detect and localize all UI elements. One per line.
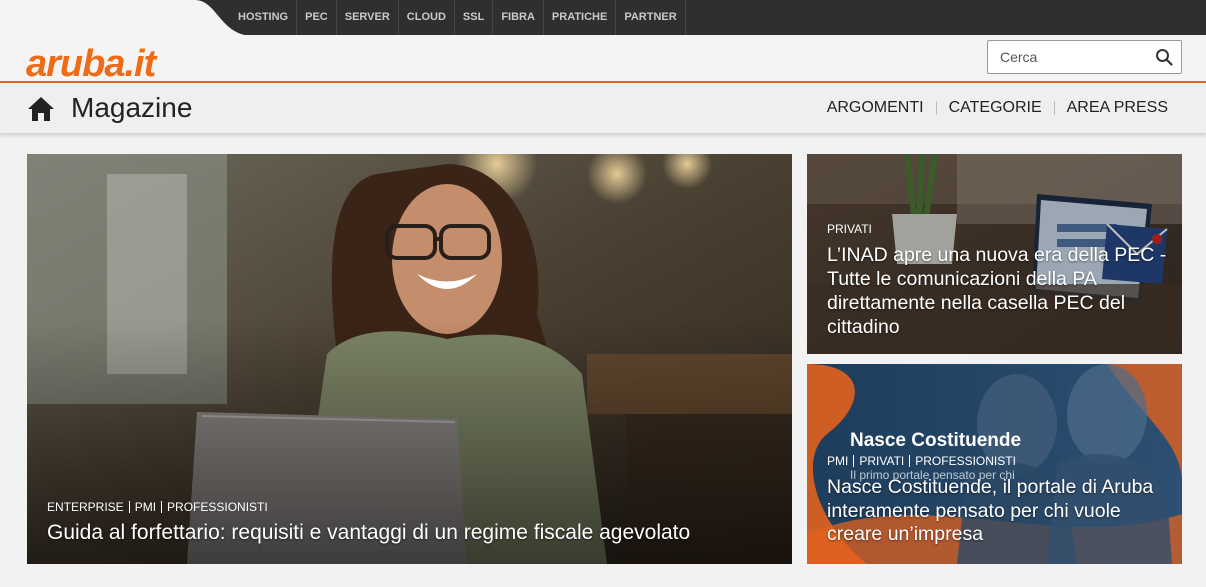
tag-separator	[853, 455, 855, 467]
topnav-hosting[interactable]: HOSTING	[230, 0, 298, 35]
article-card-inad[interactable]: PRIVATI L’INAD apre una nuova era della …	[807, 154, 1182, 354]
nav-area-press[interactable]: AREA PRESS	[1053, 100, 1180, 116]
article-tags: ENTERPRISE PMI PROFESSIONISTI	[47, 500, 268, 514]
image-brand-title: Nasce Costituende	[850, 430, 1022, 451]
tag-link[interactable]: ENTERPRISE	[47, 500, 124, 514]
article-headline[interactable]: L’INAD apre una nuova era della PEC - Tu…	[827, 243, 1172, 339]
tag-separator	[128, 501, 130, 513]
top-bar: HOSTING PEC SERVER CLOUD SSL FIBRA PRATI…	[0, 0, 1206, 35]
article-headline[interactable]: Nasce Costituende, il portale di Aruba i…	[827, 476, 1172, 547]
search-icon[interactable]	[1155, 48, 1173, 66]
home-icon[interactable]	[27, 96, 55, 122]
tag-separator	[161, 501, 163, 513]
article-card-costituende[interactable]: Nasce Costituende Il primo portale pensa…	[807, 364, 1182, 564]
article-card-featured[interactable]: ENTERPRISE PMI PROFESSIONISTI Guida al for…	[27, 154, 792, 564]
topnav-pratiche[interactable]: PRATICHE	[544, 0, 617, 35]
page-title[interactable]: Magazine	[71, 92, 192, 124]
tag-link[interactable]: PROFESSIONISTI	[167, 500, 268, 514]
site-header: aruba.it	[0, 35, 1206, 83]
article-tags: PMI PRIVATI PROFESSIONISTI	[827, 454, 1016, 468]
topnav-cloud[interactable]: CLOUD	[399, 0, 455, 35]
tag-link[interactable]: PMI	[135, 500, 156, 514]
tag-separator	[909, 455, 911, 467]
topnav-ssl[interactable]: SSL	[455, 0, 494, 35]
logo-tab-shape	[0, 0, 245, 35]
tag-link[interactable]: PRIVATI	[827, 222, 872, 236]
nav-categorie[interactable]: CATEGORIE	[935, 100, 1054, 116]
tag-link[interactable]: PROFESSIONISTI	[915, 454, 1016, 468]
search-input[interactable]	[988, 41, 1148, 73]
nav-argomenti[interactable]: ARGOMENTI	[815, 100, 936, 116]
tag-link[interactable]: PRIVATI	[859, 454, 904, 468]
top-nav: HOSTING PEC SERVER CLOUD SSL FIBRA PRATI…	[230, 0, 686, 35]
search-box	[987, 40, 1182, 74]
topnav-server[interactable]: SERVER	[337, 0, 399, 35]
magazine-bar: Magazine ARGOMENTI CATEGORIE AREA PRESS	[0, 85, 1206, 134]
aruba-logo[interactable]: aruba.it	[26, 45, 156, 83]
topnav-partner[interactable]: PARTNER	[616, 0, 686, 35]
magazine-nav: ARGOMENTI CATEGORIE AREA PRESS	[815, 100, 1180, 116]
topnav-fibra[interactable]: FIBRA	[493, 0, 544, 35]
tag-link[interactable]: PMI	[827, 454, 848, 468]
article-tags: PRIVATI	[827, 222, 872, 236]
topnav-pec[interactable]: PEC	[297, 0, 337, 35]
logo-tab	[0, 0, 245, 35]
article-headline[interactable]: Guida al forfettario: requisiti e vantag…	[47, 521, 767, 545]
